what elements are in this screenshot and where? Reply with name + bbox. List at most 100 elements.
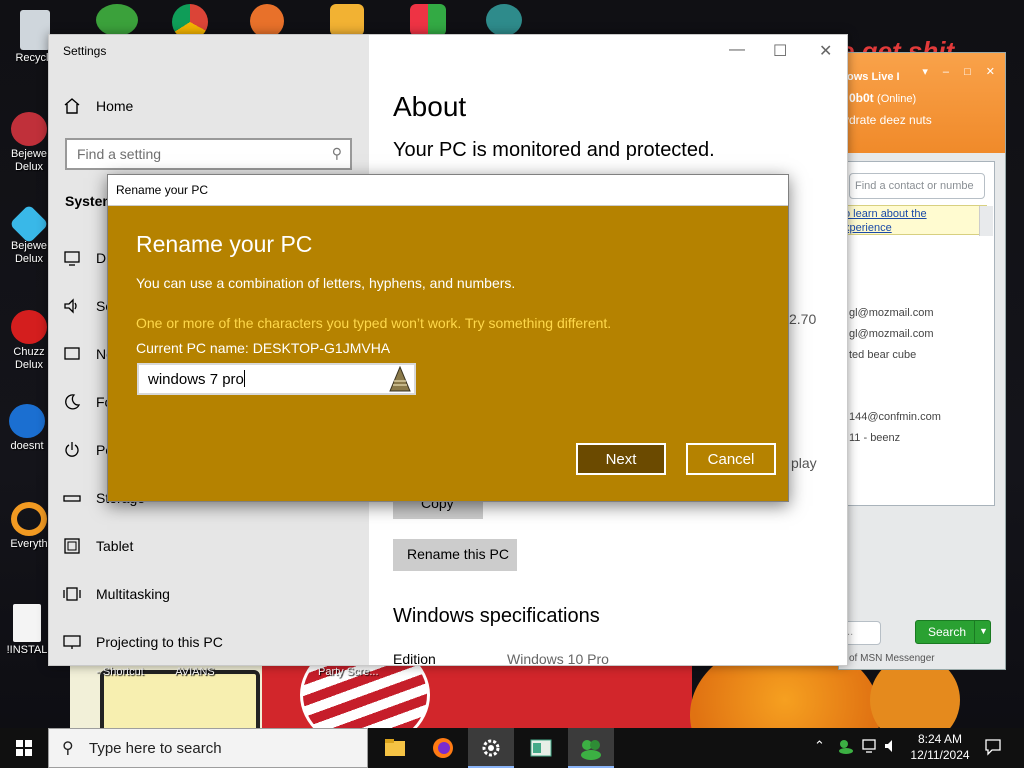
projector-icon [63, 633, 81, 651]
shortcut-label[interactable]: - Shortcut [90, 666, 150, 679]
display-text: play [791, 455, 817, 471]
msn-personal-message[interactable]: ydrate deez nuts [843, 113, 932, 127]
clear-cone-icon[interactable] [388, 365, 412, 394]
desktop-icon-label: doesnt [10, 440, 44, 452]
contacts-icon[interactable] [96, 4, 138, 36]
rename-pc-dialog: Rename your PC Rename your PC You can us… [107, 174, 789, 502]
sidebar-item-sound[interactable]: So [63, 297, 113, 315]
sidebar-item-label: Home [96, 98, 134, 114]
rename-pc-button[interactable]: Rename this PC [393, 539, 517, 571]
sidebar-item-projecting[interactable]: Projecting to this PC [63, 633, 223, 651]
notification-center-icon[interactable] [984, 738, 1002, 768]
windows-specifications-heading: Windows specifications [393, 605, 600, 627]
msn-contact-item[interactable]: gl@mozmail.com [849, 307, 934, 319]
home-icon [63, 97, 81, 115]
cancel-button[interactable]: Cancel [686, 443, 776, 475]
start-button[interactable] [0, 728, 48, 768]
sidebar-item-tablet[interactable]: Tablet [63, 537, 133, 555]
msn-messenger-window: ows Live I ▾ – □ ✕ 0b0t (Online) ydrate … [838, 52, 1006, 670]
search-icon: ⚲ [62, 740, 74, 757]
desktop-icon-label: Everyth [10, 538, 48, 550]
close-icon[interactable]: ✕ [819, 41, 832, 61]
moon-icon [63, 393, 81, 411]
text-caret [243, 370, 245, 387]
edition-label: Edition [393, 651, 436, 666]
msn-scrollbar[interactable] [979, 206, 993, 236]
bejeweled-icon[interactable]: Bejewe Delux [6, 204, 52, 266]
volume-icon[interactable] [884, 738, 900, 768]
pc-name-input[interactable]: windows 7 pro [137, 363, 416, 395]
maximize-icon[interactable]: ☐ [773, 41, 787, 61]
taskbar-search-box[interactable]: ⚲ Type here to search [48, 728, 368, 768]
sidebar-item-home[interactable]: Home [63, 97, 133, 115]
desktop-icon-label: !INSTAL [6, 644, 48, 656]
network-icon[interactable] [862, 738, 878, 768]
msn-header: ows Live I ▾ – □ ✕ 0b0t (Online) ydrate … [839, 53, 1005, 153]
sidebar-item-multitasking[interactable]: Multitasking [63, 585, 170, 603]
protection-status: Your PC is monitored and protected. [393, 139, 715, 161]
install-icon[interactable]: !INSTAL [4, 604, 50, 657]
desktop-icon-label: Chuzz Delux [13, 346, 45, 371]
firefox-icon [433, 738, 453, 758]
taskbar-msn[interactable] [568, 728, 614, 768]
sidebar-item-label: Multitasking [96, 586, 170, 602]
msn-contact-item[interactable]: 144@confmin.com [849, 411, 941, 423]
msn-contact-item[interactable]: gl@mozmail.com [849, 328, 934, 340]
avatar-icon[interactable] [486, 4, 522, 36]
app-icon[interactable] [250, 4, 284, 38]
msn-search-label: Search [928, 625, 967, 639]
tablet-icon [63, 537, 81, 555]
page-title: About [393, 91, 467, 122]
search-placeholder: Find a setting [77, 146, 162, 162]
msn-nickname[interactable]: 0b0t (Online) [849, 91, 916, 105]
current-pc-name: Current PC name: DESKTOP-G1JMVHA [136, 340, 391, 356]
bejeweled-icon[interactable]: Bejewe Delux [6, 112, 52, 174]
avians-label[interactable]: AVIANS [170, 666, 220, 679]
minimize-icon[interactable]: — [729, 41, 745, 59]
magnifier-icon [11, 502, 47, 536]
sidebar-item-power[interactable]: Po [63, 441, 113, 459]
msn-nick-text: 0b0t [849, 91, 874, 105]
taskbar-file-explorer[interactable] [372, 728, 418, 768]
msn-footer-text: of MSN Messenger [849, 653, 935, 664]
msn-online-status: (Online) [877, 93, 917, 105]
gem-icon [9, 204, 49, 244]
settings-search-input[interactable]: Find a setting ⚲ [65, 138, 352, 170]
doesnt-icon[interactable]: doesnt [4, 404, 50, 453]
app-icon[interactable] [330, 4, 364, 36]
msn-contact-item[interactable]: ted bear cube [849, 349, 916, 361]
pc-name-value: windows 7 pro [148, 371, 244, 388]
chevron-up-icon[interactable]: ⌃ [814, 738, 825, 768]
msn-contact-search[interactable]: Find a contact or numbe [849, 173, 985, 199]
chuzzle-icon[interactable]: Chuzz Delux [6, 310, 52, 372]
edition-value: Windows 10 Pro [507, 651, 609, 666]
msn-contact-item[interactable]: 11 - beenz [849, 432, 900, 444]
desktop-icon-label: Bejewe Delux [10, 240, 48, 265]
notification-icon [63, 345, 81, 363]
msn-ad-line: xperience [844, 222, 892, 234]
msn-window-controls[interactable]: ▾ – □ ✕ [922, 65, 1001, 78]
next-button[interactable]: Next [576, 443, 666, 475]
taskbar-settings[interactable] [468, 728, 514, 768]
dialog-description: You can use a combination of letters, hy… [136, 275, 516, 291]
window-title: Settings [63, 44, 107, 58]
dialog-title: Rename your PC [116, 183, 209, 197]
display-icon [63, 249, 81, 267]
msn-tray-icon[interactable] [838, 738, 854, 768]
msn-info-banner[interactable]: o learn about the xperience [839, 205, 987, 235]
chevron-down-icon[interactable]: ▼ [974, 621, 990, 643]
taskbar-clock[interactable]: 8:24 AM 12/11/2024 [900, 731, 980, 763]
speaker-icon [63, 297, 81, 315]
taskbar-firefox[interactable] [420, 728, 466, 768]
trash-icon [20, 10, 50, 50]
sidebar-item-display[interactable]: Di [63, 249, 109, 267]
folder-icon [385, 739, 405, 756]
msn-search-button[interactable]: Search ▼ [915, 620, 991, 644]
dialog-heading: Rename your PC [136, 231, 313, 257]
app-icon[interactable] [410, 4, 446, 36]
taskbar-app-window[interactable] [518, 728, 564, 768]
sidebar-item-focus[interactable]: Fo [63, 393, 112, 411]
party-screen-label[interactable]: Party Scre... [318, 666, 379, 679]
everything-icon[interactable]: Everyth [6, 502, 52, 551]
dialog-titlebar: Rename your PC [108, 175, 788, 206]
